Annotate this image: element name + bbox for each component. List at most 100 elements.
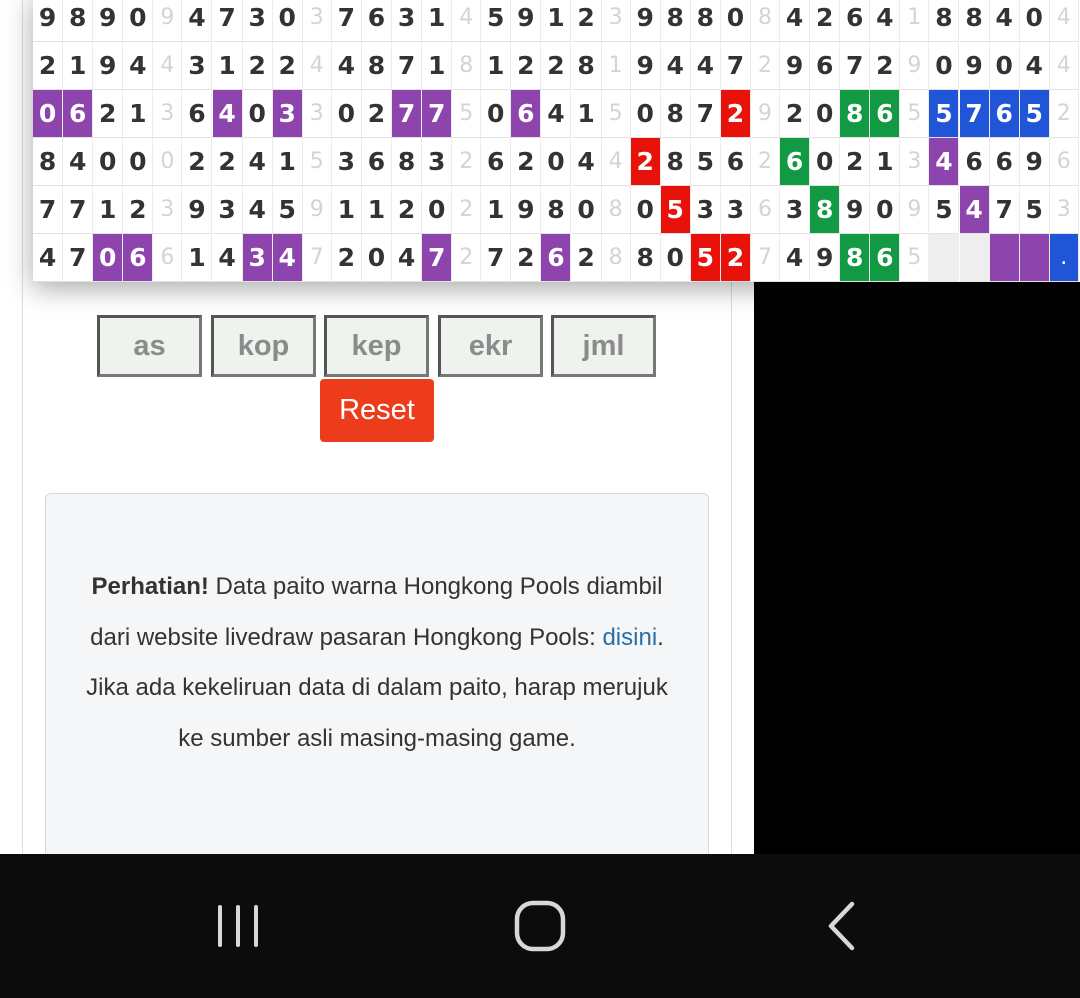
paito-cell[interactable]: 8 <box>660 138 691 186</box>
paito-cell[interactable]: 7 <box>481 234 512 282</box>
paito-cell[interactable]: 7 <box>989 186 1020 234</box>
paito-cell[interactable]: 3 <box>212 186 243 234</box>
paito-cell[interactable]: 9 <box>93 42 124 90</box>
paito-cell[interactable]: 0 <box>481 90 512 138</box>
home-button[interactable] <box>460 854 620 998</box>
paito-cell[interactable]: 4 <box>571 138 602 186</box>
paito-separator-cell[interactable]: 2 <box>452 138 482 186</box>
paito-separator-cell[interactable]: 4 <box>153 42 183 90</box>
paito-cell[interactable]: 5 <box>1019 186 1050 234</box>
paito-cell[interactable]: 4 <box>780 234 811 282</box>
paito-cell[interactable]: 6 <box>541 234 572 282</box>
paito-cell[interactable]: 4 <box>690 42 721 90</box>
paito-cell[interactable]: 5 <box>481 0 512 42</box>
paito-cell[interactable]: 0 <box>630 90 661 138</box>
paito-cell[interactable]: 8 <box>929 0 960 42</box>
paito-cell[interactable]: 8 <box>630 234 661 282</box>
paito-cell[interactable]: 0 <box>630 186 661 234</box>
paito-cell[interactable]: 2 <box>571 234 602 282</box>
paito-cell[interactable]: 8 <box>63 0 94 42</box>
paito-separator-cell[interactable]: 3 <box>302 90 332 138</box>
paito-cell[interactable]: 1 <box>361 186 392 234</box>
paito-cell[interactable]: 7 <box>331 0 362 42</box>
paito-cell[interactable]: 7 <box>63 186 94 234</box>
paito-cell[interactable]: 1 <box>93 186 124 234</box>
paito-cell[interactable]: 9 <box>511 186 542 234</box>
paito-cell[interactable]: 9 <box>182 186 213 234</box>
paito-cell[interactable]: 2 <box>272 42 303 90</box>
paito-cell[interactable]: 8 <box>840 234 871 282</box>
paito-cell[interactable]: 1 <box>481 42 512 90</box>
paito-cell[interactable]: 1 <box>870 138 901 186</box>
paito-cell[interactable]: 2 <box>511 138 542 186</box>
paito-separator-cell[interactable]: 3 <box>900 138 930 186</box>
paito-cell[interactable] <box>989 234 1020 282</box>
paito-cell[interactable]: 1 <box>571 90 602 138</box>
paito-cell[interactable]: 9 <box>511 0 542 42</box>
paito-cell[interactable]: 0 <box>123 138 154 186</box>
paito-cell[interactable]: 3 <box>242 0 273 42</box>
paito-cell[interactable]: 2 <box>331 234 362 282</box>
paito-cell[interactable]: 8 <box>690 0 721 42</box>
paito-cell[interactable]: 9 <box>780 42 811 90</box>
paito-cell[interactable]: 6 <box>182 90 213 138</box>
paito-separator-cell[interactable]: 8 <box>452 42 482 90</box>
paito-cell[interactable]: 4 <box>123 42 154 90</box>
paito-cell[interactable]: 0 <box>93 138 124 186</box>
paito-cell[interactable]: 4 <box>212 234 243 282</box>
paito-cell[interactable]: 8 <box>660 90 691 138</box>
paito-cell[interactable]: 4 <box>212 90 243 138</box>
paito-cell[interactable]: 0 <box>123 0 154 42</box>
paito-cell[interactable]: 4 <box>392 234 423 282</box>
paito-cell[interactable]: 2 <box>630 138 661 186</box>
paito-cell[interactable]: 2 <box>511 234 542 282</box>
paito-cell[interactable]: 3 <box>182 42 213 90</box>
paito-separator-cell[interactable]: 2 <box>452 234 482 282</box>
paito-separator-cell[interactable]: 5 <box>601 90 631 138</box>
paito-separator-cell[interactable]: 2 <box>452 186 482 234</box>
paito-cell[interactable]: 8 <box>660 0 691 42</box>
paito-separator-cell[interactable]: 2 <box>1049 90 1079 138</box>
paito-cell[interactable] <box>959 234 990 282</box>
paito-cell[interactable]: 3 <box>422 138 453 186</box>
paito-cell[interactable]: 3 <box>331 138 362 186</box>
paito-cell[interactable]: 3 <box>780 186 811 234</box>
paito-cell[interactable]: 6 <box>361 138 392 186</box>
paito-cell[interactable]: 8 <box>361 42 392 90</box>
paito-cell[interactable]: 6 <box>511 90 542 138</box>
paito-cell[interactable]: 5 <box>272 186 303 234</box>
paito-separator-cell[interactable]: 6 <box>751 186 780 234</box>
paito-cell[interactable] <box>1019 234 1050 282</box>
paito-separator-cell[interactable]: 9 <box>302 186 332 234</box>
paito-cell[interactable]: 4 <box>33 234 64 282</box>
paito-cell[interactable]: 4 <box>780 0 811 42</box>
paito-cell[interactable]: 6 <box>989 138 1020 186</box>
paito-cell[interactable]: 0 <box>33 90 64 138</box>
paito-cell[interactable]: 4 <box>1019 42 1050 90</box>
paito-cell[interactable]: 0 <box>361 234 392 282</box>
paito-separator-cell[interactable]: 1 <box>900 0 930 42</box>
paito-cell[interactable]: 1 <box>422 0 453 42</box>
paito-cell[interactable]: 9 <box>840 186 871 234</box>
paito-separator-cell[interactable]: 1 <box>601 42 631 90</box>
paito-separator-cell[interactable]: 4 <box>601 138 631 186</box>
paito-cell[interactable]: 6 <box>361 0 392 42</box>
paito-cell[interactable]: 4 <box>242 186 273 234</box>
paito-cell[interactable]: 8 <box>33 138 64 186</box>
paito-cell[interactable]: 0 <box>93 234 124 282</box>
paito-cell[interactable]: 9 <box>33 0 64 42</box>
paito-separator-cell[interactable]: 4 <box>1049 0 1079 42</box>
paito-cell[interactable]: 5 <box>690 234 721 282</box>
paito-cell[interactable]: 1 <box>422 42 453 90</box>
paito-cell[interactable]: 1 <box>212 42 243 90</box>
paito-separator-cell[interactable]: 3 <box>302 0 332 42</box>
paito-cell[interactable]: 2 <box>93 90 124 138</box>
paito-cell[interactable]: 6 <box>959 138 990 186</box>
paito-cell[interactable]: 0 <box>989 42 1020 90</box>
paito-cell[interactable]: 2 <box>840 138 871 186</box>
filter-as-box[interactable]: as <box>97 315 202 377</box>
paito-cell[interactable]: 0 <box>242 90 273 138</box>
paito-separator-cell[interactable]: 8 <box>601 234 631 282</box>
paito-cell[interactable]: 1 <box>182 234 213 282</box>
paito-cell[interactable]: 2 <box>511 42 542 90</box>
